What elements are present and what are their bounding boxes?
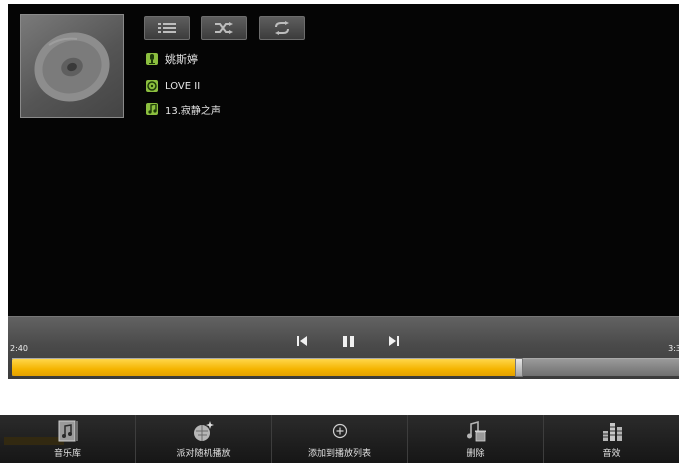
track-title: 13.寂静之声 <box>165 105 221 117</box>
menu-label: 音效 <box>602 449 621 459</box>
cd-disc-icon <box>34 32 110 102</box>
previous-track-icon <box>297 336 307 346</box>
party-shuffle-icon <box>192 419 216 443</box>
options-menu: 音乐库 派对随机播放 添加到播放列表 删除 音效 <box>0 415 679 463</box>
album-row: LOVE II <box>146 79 200 93</box>
menu-label: 添加到播放列表 <box>307 449 371 459</box>
add-to-playlist-icon <box>328 419 352 443</box>
progress-thumb[interactable] <box>515 358 523 377</box>
menu-label: 删除 <box>466 449 485 459</box>
album-name: LOVE II <box>165 80 201 92</box>
total-time: 3:3 <box>668 344 679 353</box>
menu-item-party-shuffle[interactable]: 派对随机播放 <box>136 415 272 463</box>
album-icon <box>146 80 158 92</box>
menu-label: 音乐库 <box>53 449 81 459</box>
equalizer-icon <box>600 419 624 443</box>
artist-name: 姚斯婷 <box>165 53 198 66</box>
next-button[interactable] <box>382 331 406 351</box>
menu-item-add-to-playlist[interactable]: 添加到播放列表 <box>272 415 408 463</box>
next-track-icon <box>389 336 399 346</box>
progress-fill <box>12 359 519 376</box>
playlist-mode-icon <box>158 23 176 33</box>
menu-item-delete[interactable]: 删除 <box>408 415 544 463</box>
artist-icon <box>146 53 158 65</box>
playlist-mode-button[interactable] <box>144 16 190 40</box>
album-art[interactable] <box>20 14 124 118</box>
menu-item-music-library[interactable]: 音乐库 <box>0 415 136 463</box>
menu-item-sound-effects[interactable]: 音效 <box>544 415 679 463</box>
shuffle-button[interactable] <box>201 16 247 40</box>
delete-icon <box>464 419 488 443</box>
play-pause-button[interactable] <box>336 331 360 351</box>
pause-icon <box>342 335 354 347</box>
track-icon <box>146 103 158 115</box>
repeat-button[interactable] <box>259 16 305 40</box>
player-screen: 姚斯婷 LOVE II 13.寂静之声 2:40 3:3 <box>8 4 679 379</box>
progress-bar[interactable] <box>12 358 679 377</box>
artist-row: 姚斯婷 <box>146 52 198 66</box>
track-row: 13.寂静之声 <box>146 102 221 117</box>
shuffle-icon <box>215 22 233 34</box>
elapsed-time: 2:40 <box>10 344 28 353</box>
menu-label: 派对随机播放 <box>176 449 231 459</box>
previous-button[interactable] <box>290 331 314 351</box>
playback-control-bar: 2:40 3:3 <box>8 316 679 379</box>
music-library-icon <box>56 419 80 443</box>
repeat-icon <box>275 21 289 35</box>
